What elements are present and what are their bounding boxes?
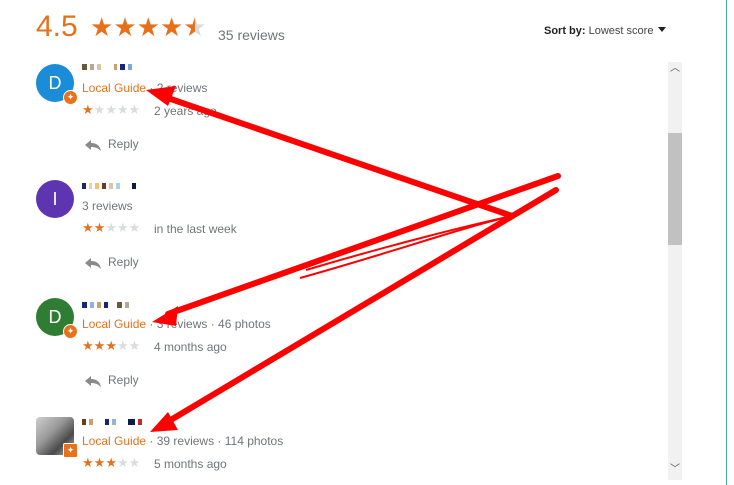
annotation-arrow-1 [159, 93, 515, 219]
annotation-arrow-2 [165, 173, 561, 317]
annotation-arrows [146, 86, 561, 432]
annotation-arrowhead-1 [146, 86, 176, 106]
annotation-stroke [299, 215, 513, 279]
annotation-arrowhead-2 [152, 306, 178, 326]
annotation-arrow-3 [161, 187, 559, 427]
